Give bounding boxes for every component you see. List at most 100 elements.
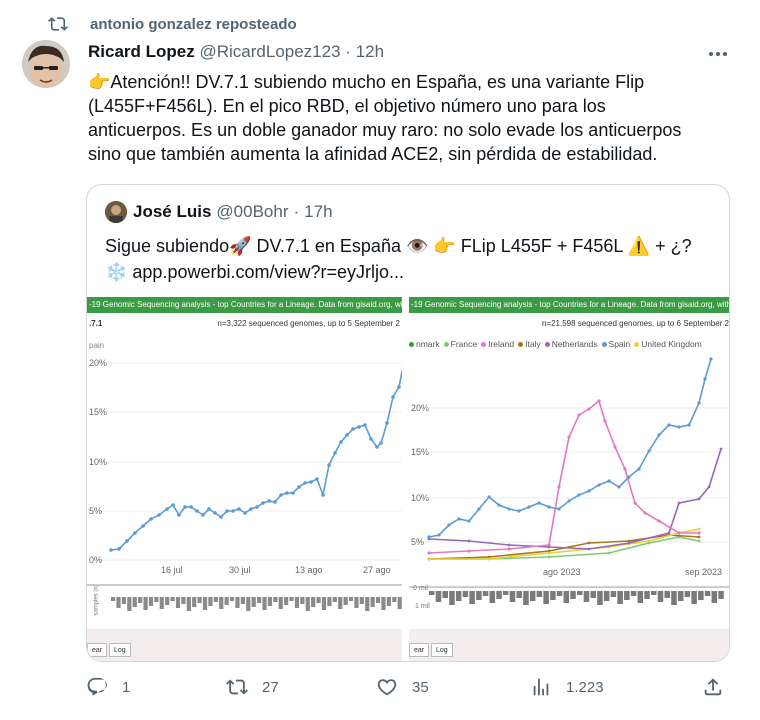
sample-bar xyxy=(370,597,375,607)
series-point xyxy=(657,519,661,523)
sample-bar xyxy=(469,591,475,604)
chart-image-countries[interactable]: -19 Genomic Sequencing analysis - top Co… xyxy=(409,297,729,661)
series-point xyxy=(315,477,319,481)
repost-icon xyxy=(48,17,68,31)
sample-bar xyxy=(671,591,677,605)
sample-bar xyxy=(711,591,718,603)
chart-toolbar: ear Log xyxy=(87,629,402,661)
quote-avatar[interactable] xyxy=(105,201,127,223)
linear-button[interactable]: ear xyxy=(409,643,430,657)
series-point xyxy=(237,507,241,511)
series-point xyxy=(627,475,631,479)
series-point xyxy=(157,513,161,517)
log-button[interactable]: Log xyxy=(431,643,453,657)
sample-bar xyxy=(127,597,132,611)
quote-media[interactable]: -19 Genomic Sequencing analysis - top Co… xyxy=(87,297,729,661)
series-point xyxy=(677,425,681,429)
quote-line[interactable]: ❄️ app.powerbi.com/view?r=eyJrljo... xyxy=(105,259,725,285)
sample-bar xyxy=(489,591,496,603)
series-point xyxy=(507,547,511,551)
sample-bar xyxy=(570,591,576,599)
linear-button[interactable]: ear xyxy=(87,643,108,657)
series-point xyxy=(577,413,581,417)
series-point xyxy=(379,441,383,445)
more-options-icon[interactable] xyxy=(706,44,730,64)
series-point xyxy=(667,423,671,427)
sample-bar xyxy=(262,597,267,610)
series-point xyxy=(457,517,461,521)
sample-bar xyxy=(617,591,623,604)
sample-bar xyxy=(294,597,300,608)
sample-bar xyxy=(321,597,327,610)
series-point xyxy=(637,467,641,471)
sample-bar xyxy=(529,591,536,601)
series-line xyxy=(429,528,700,560)
sample-bar xyxy=(698,591,704,600)
series-point xyxy=(547,505,551,509)
like-button[interactable]: 35 xyxy=(376,676,429,698)
sample-bar xyxy=(375,597,381,603)
sample-bar xyxy=(338,597,343,609)
author-handle[interactable]: @RicardLopez123 xyxy=(199,42,340,61)
tweet-line: 👉Atención!! DV.7.1 subiendo mucho en Esp… xyxy=(88,72,645,92)
sample-bar xyxy=(257,597,262,603)
sample-bar xyxy=(509,591,516,602)
avatar[interactable] xyxy=(22,40,70,88)
chart-toolbar: ear Log xyxy=(409,629,729,661)
reply-count: 1 xyxy=(122,678,131,696)
sample-bar xyxy=(170,597,175,601)
series-point xyxy=(369,437,373,441)
series-point xyxy=(467,519,471,523)
sample-bar xyxy=(397,597,402,609)
chart-image-spain[interactable]: -19 Genomic Sequencing analysis - top Co… xyxy=(87,297,405,661)
series-point xyxy=(707,485,711,489)
sample-bar xyxy=(677,591,684,601)
tweet-time[interactable]: 12h xyxy=(356,42,384,61)
quote-author-name[interactable]: José Luis xyxy=(133,202,211,222)
quote-author-handle[interactable]: @00Bohr xyxy=(216,202,288,222)
sample-bar xyxy=(143,597,148,610)
sample-bar xyxy=(165,597,170,605)
series-point xyxy=(357,425,361,429)
series-point xyxy=(447,523,451,527)
sample-bar xyxy=(181,597,186,604)
views-button[interactable]: 1.223 xyxy=(530,676,604,698)
log-button[interactable]: Log xyxy=(109,643,131,657)
series-point xyxy=(195,509,199,513)
sample-bar xyxy=(556,591,563,596)
series-point xyxy=(279,493,283,497)
sample-bar xyxy=(348,597,354,601)
sample-bar xyxy=(235,597,240,608)
series-point xyxy=(285,491,289,495)
quoted-tweet[interactable]: José Luis @00Bohr · 17h Sigue subiendo🚀 … xyxy=(86,184,730,662)
reply-button[interactable]: 1 xyxy=(86,676,130,698)
series-point xyxy=(207,507,211,511)
series-point xyxy=(467,539,471,543)
sample-bar xyxy=(332,597,337,602)
series-point xyxy=(697,535,701,539)
sample-bar xyxy=(630,591,637,596)
sample-bar xyxy=(455,591,462,601)
sample-bar xyxy=(246,597,251,611)
repost-label[interactable]: antonio gonzalez reposteado xyxy=(90,16,297,33)
sample-bar xyxy=(273,597,278,602)
series-point xyxy=(647,539,651,543)
sample-bar xyxy=(316,597,321,603)
sample-bar xyxy=(543,591,549,604)
tweet-line: sino que también aumenta la afinidad ACE… xyxy=(88,144,658,164)
sample-bar xyxy=(664,591,670,598)
share-button[interactable] xyxy=(702,676,724,698)
sample-bar xyxy=(449,591,455,605)
series-point xyxy=(339,440,343,444)
series-point xyxy=(125,539,129,543)
series-point xyxy=(507,507,511,511)
series-point xyxy=(375,445,379,449)
author-name[interactable]: Ricard Lopez xyxy=(88,42,195,61)
series-point xyxy=(201,513,205,517)
repost-button[interactable]: 27 xyxy=(226,676,279,698)
quote-time[interactable]: 17h xyxy=(304,202,332,222)
series-point xyxy=(437,533,441,537)
sample-bar xyxy=(154,597,159,602)
series-point xyxy=(231,509,235,513)
sample-bar xyxy=(442,591,448,598)
